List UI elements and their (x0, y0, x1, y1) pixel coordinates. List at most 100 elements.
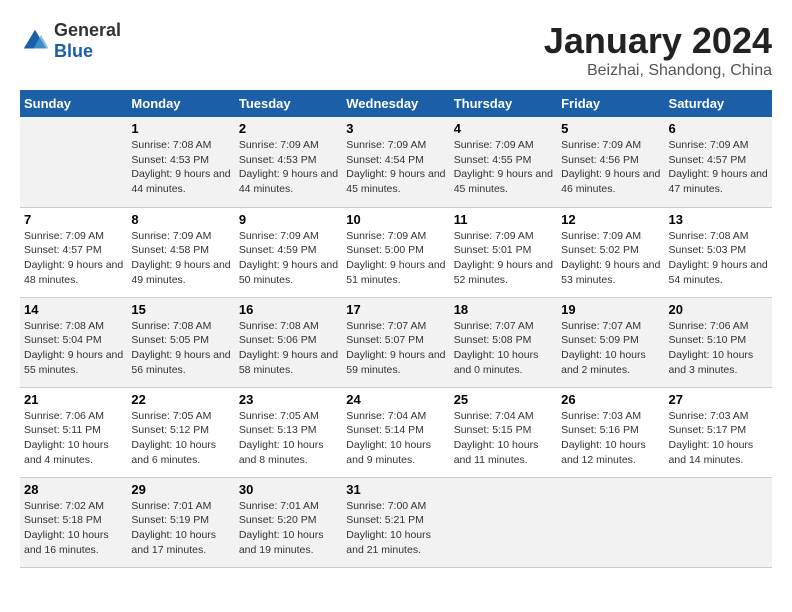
header: General Blue January 2024 Beizhai, Shand… (20, 20, 772, 80)
col-header-wednesday: Wednesday (342, 90, 449, 117)
col-header-tuesday: Tuesday (235, 90, 342, 117)
day-info: Sunrise: 7:05 AMSunset: 5:13 PMDaylight:… (239, 410, 324, 466)
day-cell: 11Sunrise: 7:09 AMSunset: 5:01 PMDayligh… (450, 207, 557, 297)
day-info: Sunrise: 7:08 AMSunset: 5:03 PMDaylight:… (669, 230, 768, 286)
day-cell: 14 Sunrise: 7:08 AMSunset: 5:04 PMDayligh… (20, 297, 127, 387)
day-cell: 9 Sunrise: 7:09 AMSunset: 4:59 PMDaylight… (235, 207, 342, 297)
day-cell: 19Sunrise: 7:07 AMSunset: 5:09 PMDayligh… (557, 297, 664, 387)
day-info: Sunrise: 7:09 AMSunset: 5:02 PMDaylight:… (561, 230, 660, 286)
day-number: 17 (346, 302, 445, 317)
day-cell: 13Sunrise: 7:08 AMSunset: 5:03 PMDayligh… (665, 207, 772, 297)
day-cell: 2 Sunrise: 7:09 AMSunset: 4:53 PMDaylight… (235, 117, 342, 207)
day-number: 2 (239, 121, 338, 136)
day-number: 10 (346, 212, 445, 227)
col-header-saturday: Saturday (665, 90, 772, 117)
day-cell: 8Sunrise: 7:09 AMSunset: 4:58 PMDaylight… (127, 207, 234, 297)
day-cell: 4 Sunrise: 7:09 AMSunset: 4:55 PMDaylight… (450, 117, 557, 207)
day-cell: 12 Sunrise: 7:09 AMSunset: 5:02 PMDayligh… (557, 207, 664, 297)
day-number: 29 (131, 482, 230, 497)
day-info: Sunrise: 7:09 AMSunset: 4:53 PMDaylight:… (239, 139, 338, 195)
day-number: 18 (454, 302, 553, 317)
day-number: 23 (239, 392, 338, 407)
day-number: 5 (561, 121, 660, 136)
day-info: Sunrise: 7:09 AMSunset: 4:59 PMDaylight:… (239, 230, 338, 286)
day-cell: 27 Sunrise: 7:03 AMSunset: 5:17 PMDayligh… (665, 387, 772, 477)
day-cell (665, 477, 772, 567)
week-row-3: 14 Sunrise: 7:08 AMSunset: 5:04 PMDayligh… (20, 297, 772, 387)
day-cell: 26 Sunrise: 7:03 AMSunset: 5:16 PMDayligh… (557, 387, 664, 477)
logo-blue: Blue (54, 41, 93, 61)
day-cell: 18 Sunrise: 7:07 AMSunset: 5:08 PMDayligh… (450, 297, 557, 387)
day-number: 22 (131, 392, 230, 407)
col-header-sunday: Sunday (20, 90, 127, 117)
day-cell: 17Sunrise: 7:07 AMSunset: 5:07 PMDayligh… (342, 297, 449, 387)
day-info: Sunrise: 7:08 AMSunset: 5:05 PMDaylight:… (131, 320, 230, 376)
day-info: Sunrise: 7:08 AMSunset: 5:06 PMDaylight:… (239, 320, 338, 376)
day-info: Sunrise: 7:09 AMSunset: 5:01 PMDaylight:… (454, 230, 553, 286)
day-cell: 15 Sunrise: 7:08 AMSunset: 5:05 PMDayligh… (127, 297, 234, 387)
logo-text: General Blue (54, 20, 121, 62)
day-number: 15 (131, 302, 230, 317)
day-number: 3 (346, 121, 445, 136)
day-number: 28 (24, 482, 123, 497)
day-cell: 10 Sunrise: 7:09 AMSunset: 5:00 PMDayligh… (342, 207, 449, 297)
day-cell: 31 Sunrise: 7:00 AMSunset: 5:21 PMDayligh… (342, 477, 449, 567)
day-cell: 3Sunrise: 7:09 AMSunset: 4:54 PMDaylight… (342, 117, 449, 207)
day-info: Sunrise: 7:01 AMSunset: 5:20 PMDaylight:… (239, 500, 324, 556)
day-number: 16 (239, 302, 338, 317)
day-info: Sunrise: 7:09 AMSunset: 4:56 PMDaylight:… (561, 139, 660, 195)
day-cell: 6Sunrise: 7:09 AMSunset: 4:57 PMDaylight… (665, 117, 772, 207)
day-number: 19 (561, 302, 660, 317)
day-info: Sunrise: 7:09 AMSunset: 4:57 PMDaylight:… (669, 139, 768, 195)
day-number: 1 (131, 121, 230, 136)
week-row-1: 1 Sunrise: 7:08 AMSunset: 4:53 PMDaylight… (20, 117, 772, 207)
day-info: Sunrise: 7:08 AMSunset: 4:53 PMDaylight:… (131, 139, 230, 195)
day-number: 27 (669, 392, 768, 407)
day-cell: 24 Sunrise: 7:04 AMSunset: 5:14 PMDayligh… (342, 387, 449, 477)
day-cell: 25 Sunrise: 7:04 AMSunset: 5:15 PMDayligh… (450, 387, 557, 477)
day-number: 9 (239, 212, 338, 227)
day-info: Sunrise: 7:06 AMSunset: 5:10 PMDaylight:… (669, 320, 754, 376)
day-info: Sunrise: 7:03 AMSunset: 5:17 PMDaylight:… (669, 410, 754, 466)
day-number: 25 (454, 392, 553, 407)
day-number: 26 (561, 392, 660, 407)
day-info: Sunrise: 7:09 AMSunset: 5:00 PMDaylight:… (346, 230, 445, 286)
day-info: Sunrise: 7:00 AMSunset: 5:21 PMDaylight:… (346, 500, 431, 556)
day-info: Sunrise: 7:08 AMSunset: 5:04 PMDaylight:… (24, 320, 123, 376)
day-number: 31 (346, 482, 445, 497)
col-header-friday: Friday (557, 90, 664, 117)
day-number: 7 (24, 212, 123, 227)
day-info: Sunrise: 7:07 AMSunset: 5:08 PMDaylight:… (454, 320, 539, 376)
day-info: Sunrise: 7:09 AMSunset: 4:55 PMDaylight:… (454, 139, 553, 195)
day-number: 21 (24, 392, 123, 407)
day-info: Sunrise: 7:02 AMSunset: 5:18 PMDaylight:… (24, 500, 109, 556)
day-info: Sunrise: 7:04 AMSunset: 5:15 PMDaylight:… (454, 410, 539, 466)
calendar-table: SundayMondayTuesdayWednesdayThursdayFrid… (20, 90, 772, 568)
day-cell: 5 Sunrise: 7:09 AMSunset: 4:56 PMDaylight… (557, 117, 664, 207)
title-area: January 2024 Beizhai, Shandong, China (544, 20, 772, 80)
day-number: 8 (131, 212, 230, 227)
day-cell: 21 Sunrise: 7:06 AMSunset: 5:11 PMDayligh… (20, 387, 127, 477)
day-number: 30 (239, 482, 338, 497)
main-title: January 2024 (544, 20, 772, 62)
logo: General Blue (20, 20, 121, 62)
day-cell: 16 Sunrise: 7:08 AMSunset: 5:06 PMDayligh… (235, 297, 342, 387)
day-info: Sunrise: 7:03 AMSunset: 5:16 PMDaylight:… (561, 410, 646, 466)
day-info: Sunrise: 7:06 AMSunset: 5:11 PMDaylight:… (24, 410, 109, 466)
col-header-monday: Monday (127, 90, 234, 117)
day-info: Sunrise: 7:05 AMSunset: 5:12 PMDaylight:… (131, 410, 216, 466)
day-cell: 28 Sunrise: 7:02 AMSunset: 5:18 PMDayligh… (20, 477, 127, 567)
day-cell: 7Sunrise: 7:09 AMSunset: 4:57 PMDaylight… (20, 207, 127, 297)
day-number: 4 (454, 121, 553, 136)
week-row-4: 21 Sunrise: 7:06 AMSunset: 5:11 PMDayligh… (20, 387, 772, 477)
day-cell: 1 Sunrise: 7:08 AMSunset: 4:53 PMDaylight… (127, 117, 234, 207)
day-number: 24 (346, 392, 445, 407)
logo-icon (20, 26, 50, 56)
header-row: SundayMondayTuesdayWednesdayThursdayFrid… (20, 90, 772, 117)
day-cell: 29Sunrise: 7:01 AMSunset: 5:19 PMDayligh… (127, 477, 234, 567)
day-cell (450, 477, 557, 567)
day-number: 14 (24, 302, 123, 317)
day-info: Sunrise: 7:04 AMSunset: 5:14 PMDaylight:… (346, 410, 431, 466)
week-row-2: 7Sunrise: 7:09 AMSunset: 4:57 PMDaylight… (20, 207, 772, 297)
day-number: 12 (561, 212, 660, 227)
